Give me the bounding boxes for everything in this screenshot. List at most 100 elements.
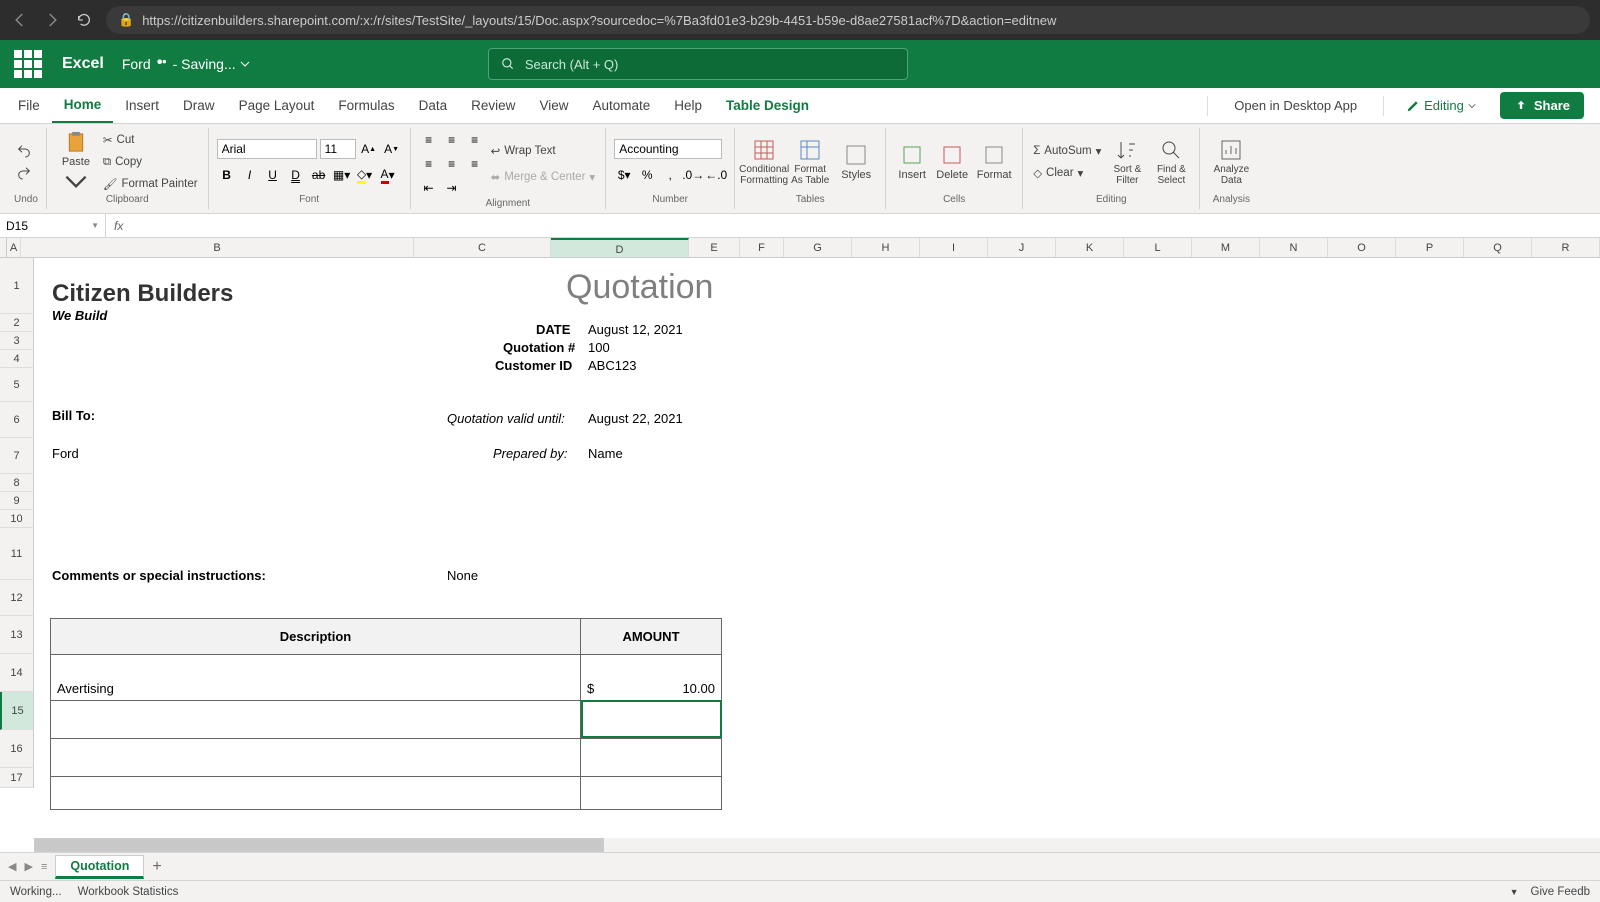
styles-button[interactable]: Styles xyxy=(835,131,877,193)
font-size-select[interactable] xyxy=(320,139,356,159)
sheet-tab-quotation[interactable]: Quotation xyxy=(55,855,144,879)
underline-button[interactable]: U xyxy=(263,165,283,185)
italic-button[interactable]: I xyxy=(240,165,260,185)
col-header-F[interactable]: F xyxy=(740,238,784,257)
row-header-11[interactable]: 11 xyxy=(0,528,34,580)
col-header-K[interactable]: K xyxy=(1056,238,1124,257)
dec-decimal-button[interactable]: ←.0 xyxy=(706,165,726,185)
col-header-J[interactable]: J xyxy=(988,238,1056,257)
shrink-font-button[interactable]: A▼ xyxy=(382,139,402,159)
all-sheets[interactable]: ≡ xyxy=(41,861,47,873)
tab-draw[interactable]: Draw xyxy=(171,88,227,123)
col-header-D[interactable]: D xyxy=(551,238,689,257)
align-left-button[interactable]: ≡ xyxy=(419,154,439,174)
undo-button[interactable] xyxy=(14,141,34,161)
redo-button[interactable] xyxy=(14,163,34,183)
col-header-Q[interactable]: Q xyxy=(1464,238,1532,257)
align-bottom-button[interactable]: ≡ xyxy=(465,130,485,150)
row-header-9[interactable]: 9 xyxy=(0,492,34,510)
col-header-B[interactable]: B xyxy=(21,238,414,257)
currency-button[interactable]: $▾ xyxy=(614,165,634,185)
inc-decimal-button[interactable]: .0→ xyxy=(683,165,703,185)
tab-table-design[interactable]: Table Design xyxy=(714,88,821,123)
col-header-N[interactable]: N xyxy=(1260,238,1328,257)
bold-button[interactable]: B xyxy=(217,165,237,185)
tab-help[interactable]: Help xyxy=(662,88,714,123)
format-cells-button[interactable]: Format xyxy=(974,131,1014,193)
analyze-data-button[interactable]: Analyze Data xyxy=(1208,131,1254,193)
row-header-2[interactable]: 2 xyxy=(0,314,34,332)
col-header-R[interactable]: R xyxy=(1532,238,1600,257)
row-header-5[interactable]: 5 xyxy=(0,368,34,402)
cut-button[interactable]: ✂Cut xyxy=(101,130,200,150)
insert-cells-button[interactable]: Insert xyxy=(894,131,930,193)
fill-color-button[interactable]: ◇▾ xyxy=(355,165,375,185)
share-button[interactable]: Share xyxy=(1500,92,1584,119)
row-header-1[interactable]: 1 xyxy=(0,258,34,314)
open-in-desktop[interactable]: Open in Desktop App xyxy=(1220,98,1371,113)
col-header-P[interactable]: P xyxy=(1396,238,1464,257)
font-name-select[interactable] xyxy=(217,139,317,159)
select-all-corner[interactable] xyxy=(0,238,7,257)
comma-button[interactable]: , xyxy=(660,165,680,185)
editing-mode[interactable]: Editing xyxy=(1396,98,1486,113)
col-header-L[interactable]: L xyxy=(1124,238,1192,257)
font-color-button[interactable]: A▾ xyxy=(378,165,398,185)
back-button[interactable] xyxy=(10,10,30,30)
col-header-A[interactable]: A xyxy=(7,238,21,257)
wrap-text-button[interactable]: ↩Wrap Text xyxy=(489,141,598,161)
cond-format-button[interactable]: Conditional Formatting xyxy=(743,131,785,193)
row-header-10[interactable]: 10 xyxy=(0,510,34,528)
grid-body[interactable]: 1234567891011121314151617 Citizen Builde… xyxy=(0,258,1600,852)
row-header-14[interactable]: 14 xyxy=(0,654,34,692)
sheet-next[interactable]: ▶ xyxy=(24,860,32,873)
reload-button[interactable] xyxy=(74,10,94,30)
tab-automate[interactable]: Automate xyxy=(580,88,662,123)
col-header-O[interactable]: O xyxy=(1328,238,1396,257)
col-header-I[interactable]: I xyxy=(920,238,988,257)
give-feedback[interactable]: Give Feedb xyxy=(1531,886,1590,898)
tab-page-layout[interactable]: Page Layout xyxy=(227,88,327,123)
app-launcher[interactable] xyxy=(14,50,42,78)
dec-indent-button[interactable]: ⇤ xyxy=(419,178,439,198)
align-center-button[interactable]: ≡ xyxy=(442,154,462,174)
format-table-button[interactable]: Format As Table xyxy=(789,131,831,193)
tab-data[interactable]: Data xyxy=(407,88,460,123)
align-top-button[interactable]: ≡ xyxy=(419,130,439,150)
col-header-G[interactable]: G xyxy=(784,238,852,257)
sheet-prev[interactable]: ◀ xyxy=(8,860,16,873)
forward-button[interactable] xyxy=(42,10,62,30)
merge-center-button[interactable]: ⬌Merge & Center▾ xyxy=(489,167,598,187)
inc-indent-button[interactable]: ⇥ xyxy=(442,178,462,198)
align-right-button[interactable]: ≡ xyxy=(465,154,485,174)
row-header-17[interactable]: 17 xyxy=(0,768,34,788)
align-middle-button[interactable]: ≡ xyxy=(442,130,462,150)
row-header-15[interactable]: 15 xyxy=(0,692,34,730)
row-header-7[interactable]: 7 xyxy=(0,438,34,474)
sort-filter-button[interactable]: Sort & Filter xyxy=(1107,131,1147,193)
tab-insert[interactable]: Insert xyxy=(113,88,171,123)
search-box[interactable]: Search (Alt + Q) xyxy=(488,48,908,80)
col-header-C[interactable]: C xyxy=(414,238,551,257)
row-header-3[interactable]: 3 xyxy=(0,332,34,350)
tab-file[interactable]: File xyxy=(6,88,52,123)
border-button[interactable]: ▦▾ xyxy=(332,165,352,185)
percent-button[interactable]: % xyxy=(637,165,657,185)
delete-cells-button[interactable]: Delete xyxy=(934,131,970,193)
grow-font-button[interactable]: A▲ xyxy=(359,139,379,159)
col-header-H[interactable]: H xyxy=(852,238,920,257)
tab-formulas[interactable]: Formulas xyxy=(326,88,406,123)
row-header-4[interactable]: 4 xyxy=(0,350,34,368)
double-underline-button[interactable]: D xyxy=(286,165,306,185)
row-header-6[interactable]: 6 xyxy=(0,402,34,438)
hscrollbar[interactable] xyxy=(34,838,1600,852)
url-bar[interactable]: 🔒 https://citizenbuilders.sharepoint.com… xyxy=(106,6,1590,34)
row-header-12[interactable]: 12 xyxy=(0,580,34,616)
doc-name[interactable]: Ford - Saving... xyxy=(122,56,250,72)
autosum-button[interactable]: ΣAutoSum▾ xyxy=(1031,141,1103,161)
status-dropdown[interactable]: ▼ xyxy=(1510,887,1519,897)
clear-button[interactable]: ◇Clear▾ xyxy=(1031,163,1103,183)
tab-view[interactable]: View xyxy=(527,88,580,123)
strikethrough-button[interactable]: ab xyxy=(309,165,329,185)
number-format-select[interactable] xyxy=(614,139,722,159)
